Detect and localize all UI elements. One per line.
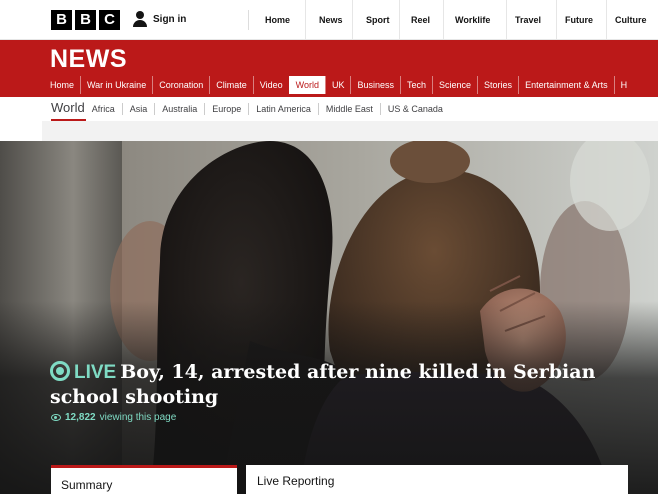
news-nav-uk[interactable]: UK <box>324 76 351 94</box>
top-nav-reel[interactable]: Reel <box>399 0 443 40</box>
subnav-latin-america[interactable]: Latin America <box>248 103 318 115</box>
tab-live-reporting[interactable]: Live Reporting <box>246 465 628 494</box>
live-headline[interactable]: LIVE Boy, 14, arrested after nine killed … <box>50 360 640 409</box>
news-nav-war-in-ukraine[interactable]: War in Ukraine <box>80 76 152 94</box>
bbc-logo[interactable]: B B C <box>51 10 120 30</box>
news-nav: Home War in Ukraine Coronation Climate V… <box>44 76 633 97</box>
news-nav-business[interactable]: Business <box>350 76 400 94</box>
eye-icon <box>51 414 61 421</box>
subnav-asia[interactable]: Asia <box>121 103 155 115</box>
tab-summary-label: Summary <box>61 478 113 492</box>
spacer-strip <box>42 121 658 141</box>
top-nav-worklife[interactable]: Worklife <box>443 0 506 40</box>
subnav-current-world[interactable]: World <box>51 97 86 121</box>
subnav-australia[interactable]: Australia <box>154 103 204 115</box>
live-icon <box>50 361 70 381</box>
news-nav-science[interactable]: Science <box>432 76 477 94</box>
news-nav-world[interactable]: World <box>288 76 325 94</box>
bbc-logo-letter: C <box>99 10 120 30</box>
hero-section: LIVE Boy, 14, arrested after nine killed … <box>0 141 658 494</box>
bbc-logo-letter: B <box>75 10 96 30</box>
news-nav-home[interactable]: Home <box>44 76 80 94</box>
top-nav-news[interactable]: News <box>305 0 352 40</box>
sign-in-label: Sign in <box>153 13 187 25</box>
subnav-africa[interactable]: Africa <box>92 103 122 115</box>
sign-in-button[interactable]: Sign in <box>133 11 186 27</box>
subnav-middle-east[interactable]: Middle East <box>317 103 380 115</box>
live-label: LIVE <box>74 362 117 383</box>
news-nav-health[interactable]: H <box>613 76 634 94</box>
subnav-europe[interactable]: Europe <box>204 103 248 115</box>
news-title[interactable]: NEWS <box>50 45 127 74</box>
news-nav-stories[interactable]: Stories <box>477 76 518 94</box>
news-nav-entertainment-arts[interactable]: Entertainment & Arts <box>518 76 614 94</box>
news-nav-climate[interactable]: Climate <box>209 76 253 94</box>
tab-summary[interactable]: Summary <box>51 465 237 494</box>
top-nav: Home News Sport Reel Worklife Travel Fut… <box>249 0 658 40</box>
top-nav-home[interactable]: Home <box>249 0 305 40</box>
bbc-top-bar: B B C Sign in Home News Sport Reel Workl… <box>0 0 658 40</box>
world-subnav: World Africa Asia Australia Europe Latin… <box>0 97 658 121</box>
top-nav-culture[interactable]: Culture <box>606 0 658 40</box>
top-nav-sport[interactable]: Sport <box>352 0 399 40</box>
bbc-logo-letter: B <box>51 10 72 30</box>
news-nav-tech[interactable]: Tech <box>400 76 432 94</box>
news-nav-video[interactable]: Video <box>252 76 289 94</box>
user-icon <box>133 11 147 27</box>
headline-text: Boy, 14, arrested after nine killed in S… <box>50 361 596 408</box>
subnav-us-canada[interactable]: US & Canada <box>379 103 450 115</box>
tab-live-reporting-label: Live Reporting <box>257 474 335 488</box>
top-nav-travel[interactable]: Travel <box>506 0 556 40</box>
viewer-count: 12,822 viewing this page <box>51 412 176 423</box>
top-nav-future[interactable]: Future <box>556 0 606 40</box>
viewer-count-suffix: viewing this page <box>99 412 177 423</box>
news-header: NEWS Home War in Ukraine Coronation Clim… <box>0 40 658 97</box>
news-nav-coronation[interactable]: Coronation <box>152 76 209 94</box>
viewer-count-number: 12,822 <box>65 412 96 423</box>
